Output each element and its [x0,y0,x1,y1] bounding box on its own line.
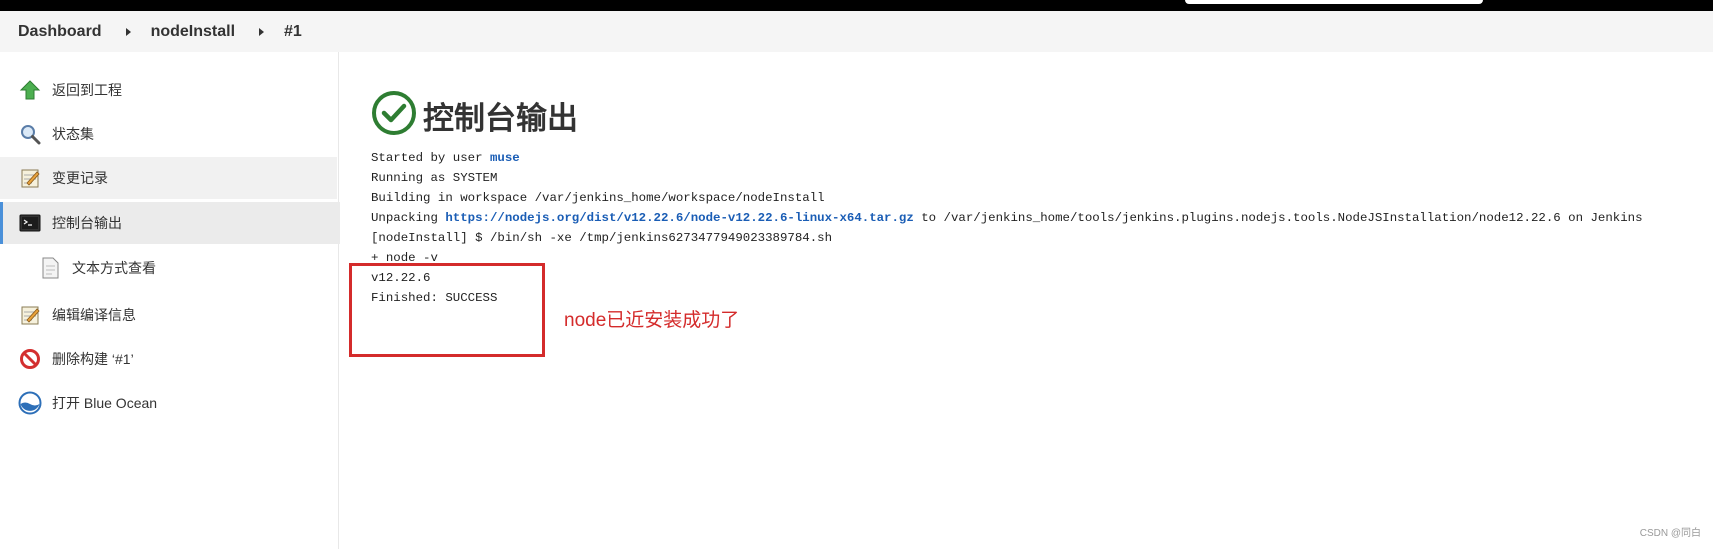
sidebar-item-label: 编辑编译信息 [52,307,136,323]
up-arrow-icon [18,78,42,102]
page-title: 控制台输出 [423,101,578,136]
console-line: Building in workspace /var/jenkins_home/… [371,191,825,205]
sidebar-item-label: 文本方式查看 [72,260,156,276]
sidebar-item-open-blue-ocean[interactable]: 打开 Blue Ocean [0,382,337,424]
console-output: Started by user muse Running as SYSTEM Bui… [371,148,1691,308]
terminal-icon [18,211,42,235]
document-icon [38,256,62,280]
console-line: + node -v [371,251,438,265]
sidebar-item-status[interactable]: 状态集 [0,113,337,155]
sidebar-item-console-output[interactable]: 控制台输出 [0,202,340,244]
notepad-icon [18,166,42,190]
breadcrumb-build-1[interactable]: #1 [284,23,302,41]
console-line: v12.22.6 [371,271,431,285]
sidebar: 返回到工程 状态集 变更记录 控制台输出 文本方式查看 编辑编译信息 删除构建 … [0,52,340,549]
success-check-icon [371,90,417,141]
annotation-text: node已近安装成功了 [564,310,740,331]
sidebar-item-label: 状态集 [52,126,94,142]
breadcrumb-chevron-icon[interactable] [259,27,265,36]
top-header-bar [0,0,1713,11]
console-text: Unpacking [371,211,446,225]
user-link[interactable]: muse [490,151,520,165]
search-input[interactable] [1185,0,1483,4]
watermark: CSDN @同白 [1639,528,1701,539]
magnifier-icon [18,122,42,146]
sidebar-item-edit-build-info[interactable]: 编辑编译信息 [0,294,337,336]
page-title-row: 控制台输出 [371,90,578,141]
sidebar-item-label: 变更记录 [52,170,108,186]
console-line: Running as SYSTEM [371,171,498,185]
console-line: Started by user muse [371,148,1691,168]
breadcrumb-chevron-icon[interactable] [125,27,131,36]
sidebar-item-label: 删除构建 ‘#1’ [52,351,134,367]
blue-ocean-icon [18,391,42,415]
sidebar-item-back-to-project[interactable]: 返回到工程 [0,69,337,111]
sidebar-item-delete-build[interactable]: 删除构建 ‘#1’ [0,338,337,380]
notepad-icon [18,303,42,327]
console-line: [nodeInstall] $ /bin/sh -xe /tmp/jenkins… [371,231,833,245]
sidebar-item-view-as-text[interactable]: 文本方式查看 [0,247,337,289]
console-line: Unpacking https://nodejs.org/dist/v12.22… [371,208,1691,228]
breadcrumb: Dashboard nodeInstall #1 [0,11,1713,52]
console-text: Started by user [371,151,490,165]
sidebar-item-label: 控制台输出 [52,215,122,231]
sidebar-item-label: 返回到工程 [52,82,122,98]
breadcrumb-nodeinstall[interactable]: nodeInstall [151,23,235,41]
sidebar-item-label: 打开 Blue Ocean [52,395,158,411]
breadcrumb-dashboard[interactable]: Dashboard [18,23,102,41]
annotation-highlight-box [349,263,545,357]
no-entry-icon [18,347,42,371]
main-content: 控制台输出 Started by user muse Running as SYS… [339,52,1713,549]
console-text: to /var/jenkins_home/tools/jenkins.plugi… [913,211,1643,225]
sidebar-item-changes[interactable]: 变更记录 [0,157,337,199]
nodejs-download-link[interactable]: https://nodejs.org/dist/v12.22.6/node-v1… [445,211,913,225]
